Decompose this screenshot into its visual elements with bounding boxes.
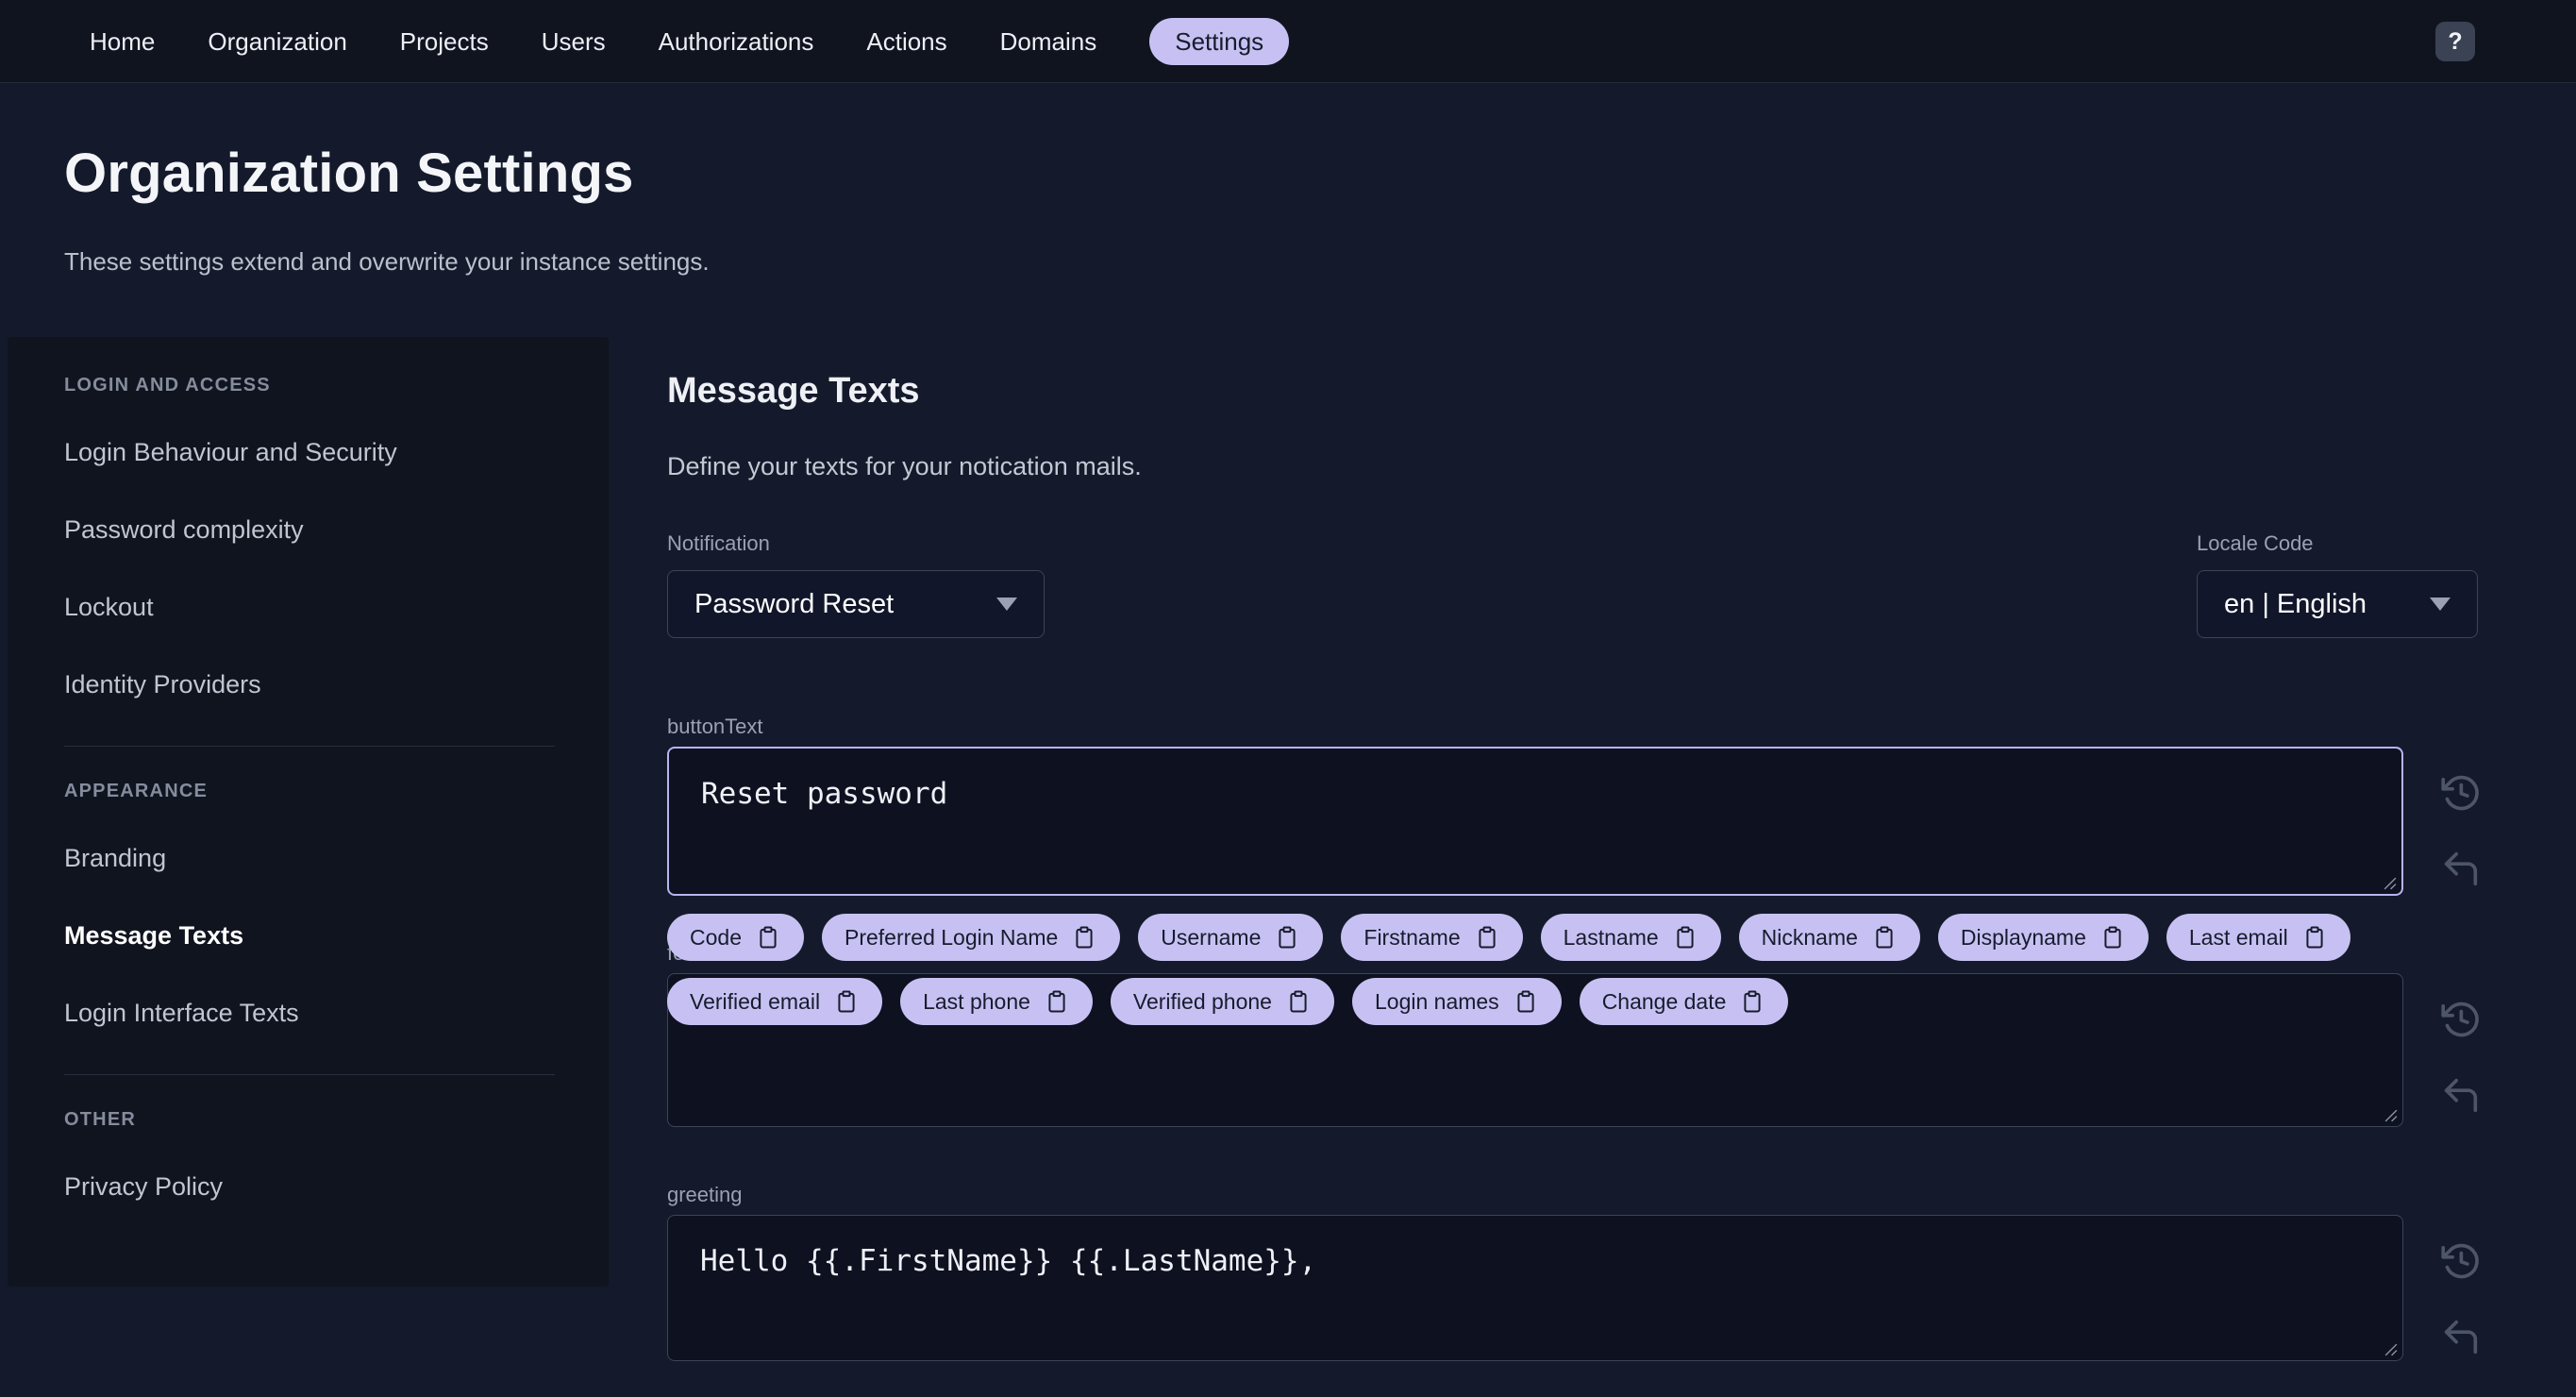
notification-select-value: Password Reset [694,588,895,619]
chip-label: Login names [1374,988,1499,1014]
undo-icon[interactable] [2439,1315,2483,1358]
chip-verified-phone[interactable]: Verified phone [1110,978,1334,1025]
section-title: Message Texts [667,371,920,411]
chip-label: Lastname [1563,924,1659,950]
clipboard-icon [1071,924,1097,951]
sidebar-item-privacy-policy[interactable]: Privacy Policy [64,1170,555,1203]
nav-item-domains[interactable]: Domains [1000,18,1097,65]
sidebar-divider [64,746,555,747]
nav-item-organization[interactable]: Organization [208,18,346,65]
nav-item-settings[interactable]: Settings [1149,17,1290,65]
placeholder-chip-list: Code Preferred Login Name Username Firstnam… [667,914,2384,1025]
chip-displayname[interactable]: Displayname [1937,914,2149,961]
chip-label: Last email [2188,924,2288,950]
sidebar-item-message-texts[interactable]: Message Texts [64,919,555,951]
message-texts-panel: Message Texts Define your texts for your… [667,337,2535,1397]
sidebar-item-branding[interactable]: Branding [64,842,555,874]
sidebar-section-header-login-and-access: LOGIN AND ACCESS [64,375,271,396]
chip-code[interactable]: Code [667,914,804,961]
chip-firstname[interactable]: Firstname [1341,914,1523,961]
locale-code-label: Locale Code [2197,531,2314,555]
clipboard-icon [1474,924,1500,951]
resize-grip-icon[interactable] [2383,876,2397,890]
clipboard-icon [2099,924,2126,951]
greeting-label: greeting [667,1183,743,1206]
clipboard-icon [1739,988,1765,1015]
clipboard-icon [1871,924,1898,951]
sidebar-item-lockout[interactable]: Lockout [64,591,555,623]
chip-label: Change date [1601,988,1727,1014]
chip-label: Verified phone [1132,988,1272,1014]
chip-lastname[interactable]: Lastname [1540,914,1721,961]
chip-username[interactable]: Username [1138,914,1324,961]
resize-grip-icon[interactable] [2384,1108,2398,1122]
settings-sidebar: LOGIN AND ACCESS Login Behaviour and Secu… [8,337,609,1287]
section-description: Define your texts for your notication ma… [667,452,1142,480]
clipboard-icon [2301,924,2328,951]
chip-nickname[interactable]: Nickname [1738,914,1920,961]
chip-label: Nickname [1761,924,1858,950]
nav-item-authorizations[interactable]: Authorizations [659,18,814,65]
chip-login-names[interactable]: Login names [1351,978,1562,1025]
greeting-input-box [667,1215,2403,1361]
page-subtitle: These settings extend and overwrite your… [64,247,710,276]
notification-select[interactable]: Password Reset [667,570,1045,638]
chip-preferred-login-name[interactable]: Preferred Login Name [821,914,1121,961]
resize-grip-icon[interactable] [2384,1342,2398,1356]
chip-label: Verified email [690,988,821,1014]
sidebar-item-identity-providers[interactable]: Identity Providers [64,668,555,700]
chip-change-date[interactable]: Change date [1579,978,1789,1025]
clipboard-icon [1044,988,1070,1015]
field-greeting: greeting [667,1183,2535,1361]
undo-icon[interactable] [2439,847,2483,890]
top-navigation: Home Organization Projects Users Authorizati… [0,0,2576,83]
clipboard-icon [833,988,860,1015]
sidebar-section-header-other: OTHER [64,1109,136,1130]
chip-last-phone[interactable]: Last phone [900,978,1093,1025]
buttonText-label: buttonText [667,715,763,738]
chip-label: Displayname [1960,924,2086,950]
greeting-textarea[interactable] [668,1216,2402,1360]
clipboard-icon [1513,988,1539,1015]
chip-label: Preferred Login Name [844,924,1059,950]
clipboard-icon [1672,924,1698,951]
nav-item-actions[interactable]: Actions [866,18,946,65]
field-buttontext: buttonText [667,715,2535,896]
locale-code-select[interactable]: en | English [2197,570,2478,638]
notification-label: Notification [667,531,770,555]
nav-item-users[interactable]: Users [542,18,606,65]
clipboard-icon [1274,924,1300,951]
chevron-down-icon [996,598,1017,611]
sidebar-item-login-behaviour-and-security[interactable]: Login Behaviour and Security [64,436,555,468]
page-title: Organization Settings [64,143,634,204]
sidebar-item-password-complexity[interactable]: Password complexity [64,513,555,546]
chip-label: Code [690,924,742,950]
sidebar-item-login-interface-texts[interactable]: Login Interface Texts [64,997,555,1029]
locale-code-select-value: en | English [2224,588,2367,619]
nav-item-home[interactable]: Home [90,18,155,65]
sidebar-divider [64,1074,555,1075]
history-icon[interactable] [2439,1239,2483,1283]
undo-icon[interactable] [2439,1073,2483,1117]
sidebar-section-header-appearance: APPEARANCE [64,781,209,801]
chevron-down-icon [2430,598,2451,611]
clipboard-icon [755,924,781,951]
chip-label: Last phone [923,988,1030,1014]
buttonText-textarea[interactable] [669,749,2401,894]
help-button[interactable]: ? [2435,22,2475,61]
chip-label: Username [1161,924,1262,950]
chip-label: Firstname [1363,924,1461,950]
buttonText-input-box [667,747,2403,896]
clipboard-icon [1285,988,1312,1015]
history-icon[interactable] [2439,771,2483,815]
chip-verified-email[interactable]: Verified email [667,978,883,1025]
history-icon[interactable] [2439,998,2483,1041]
nav-item-projects[interactable]: Projects [400,18,489,65]
chip-last-email[interactable]: Last email [2166,914,2350,961]
